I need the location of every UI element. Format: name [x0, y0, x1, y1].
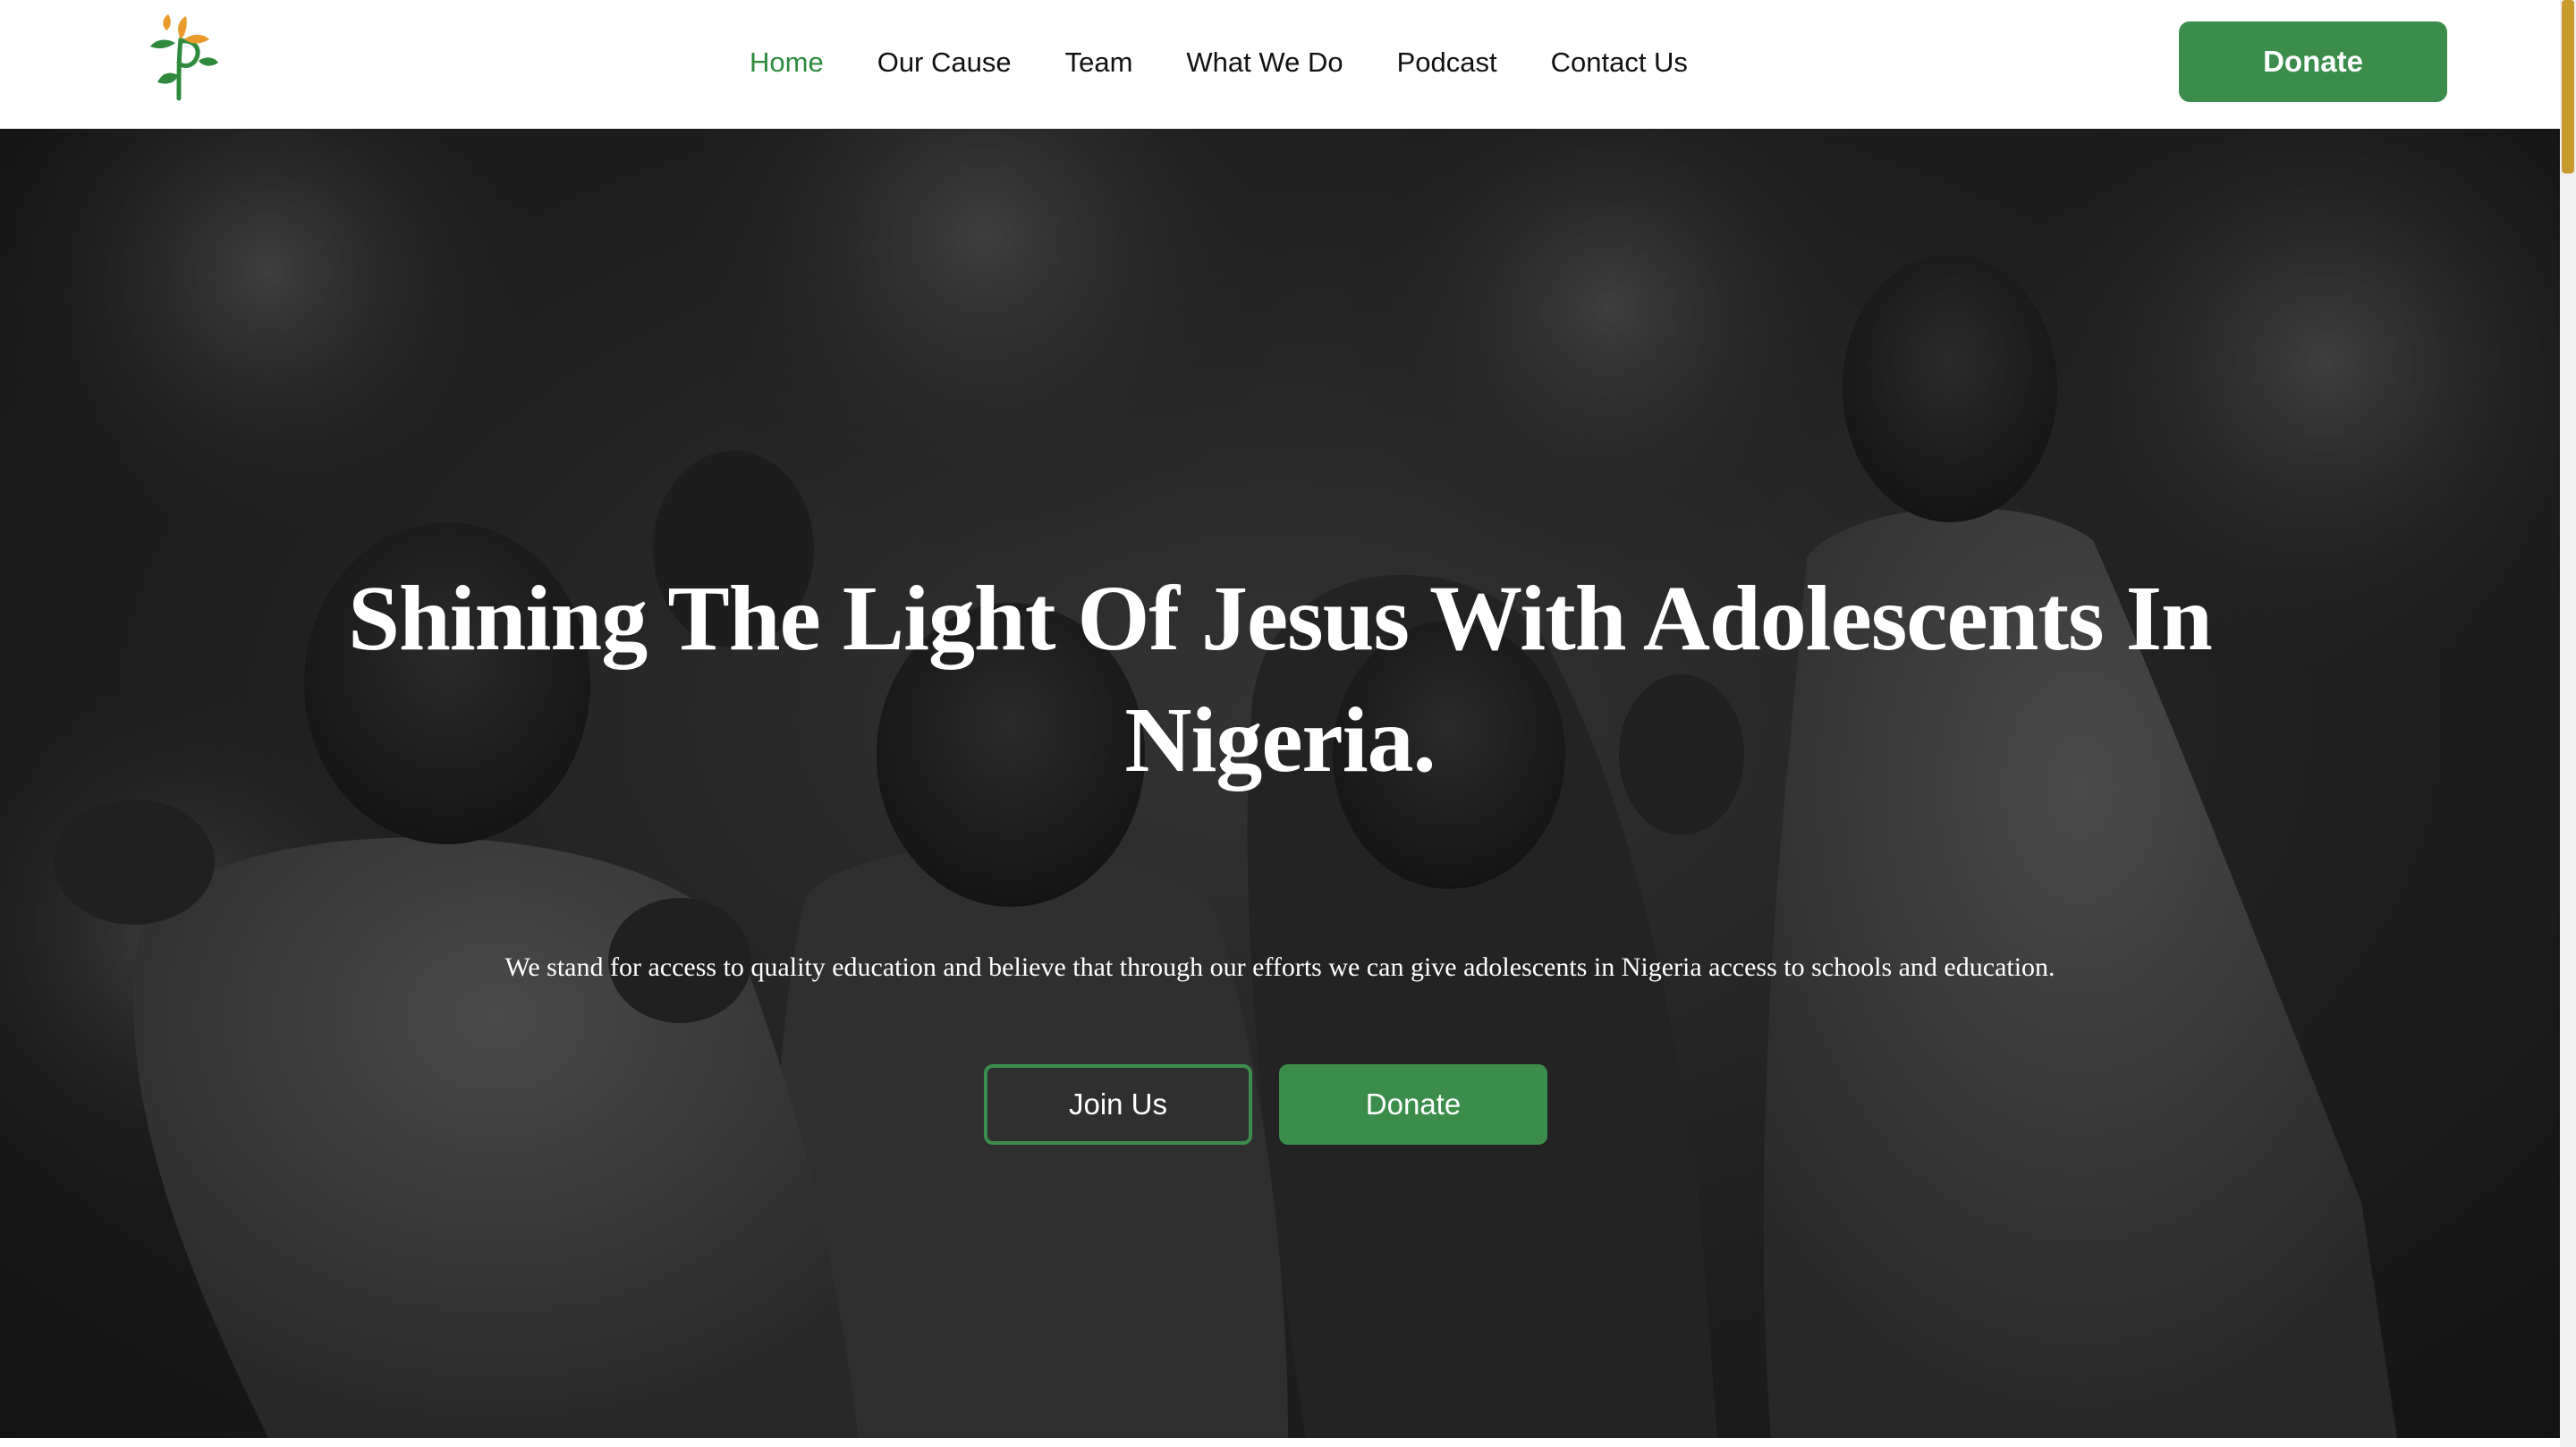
site-header: Home Our Cause Team What We Do Podcast C… — [0, 0, 2560, 129]
nav-contact-us[interactable]: Contact Us — [1551, 39, 1688, 86]
hero-title: Shining The Light Of Jesus With Adolesce… — [348, 567, 2213, 791]
nav-our-cause[interactable]: Our Cause — [877, 39, 1012, 86]
nav-podcast[interactable]: Podcast — [1397, 39, 1497, 86]
header-donate-button[interactable]: Donate — [2179, 21, 2447, 102]
nav-home[interactable]: Home — [750, 39, 824, 86]
hero-section: Shining The Light Of Jesus With Adolesce… — [0, 129, 2560, 1438]
hero-subtitle: We stand for access to quality education… — [504, 952, 2055, 982]
scrollbar-thumb[interactable] — [2562, 0, 2574, 173]
tree-p-logo-icon[interactable] — [140, 13, 220, 106]
nav-team[interactable]: Team — [1065, 39, 1133, 86]
page-scrollbar[interactable] — [2560, 0, 2576, 1447]
nav-what-we-do[interactable]: What We Do — [1186, 39, 1343, 86]
join-us-button[interactable]: Join Us — [984, 1064, 1252, 1145]
page: Home Our Cause Team What We Do Podcast C… — [0, 0, 2576, 1447]
section-divider — [0, 1438, 2560, 1447]
hero-donate-button[interactable]: Donate — [1279, 1064, 1547, 1145]
main-nav: Home Our Cause Team What We Do Podcast C… — [750, 39, 1688, 86]
